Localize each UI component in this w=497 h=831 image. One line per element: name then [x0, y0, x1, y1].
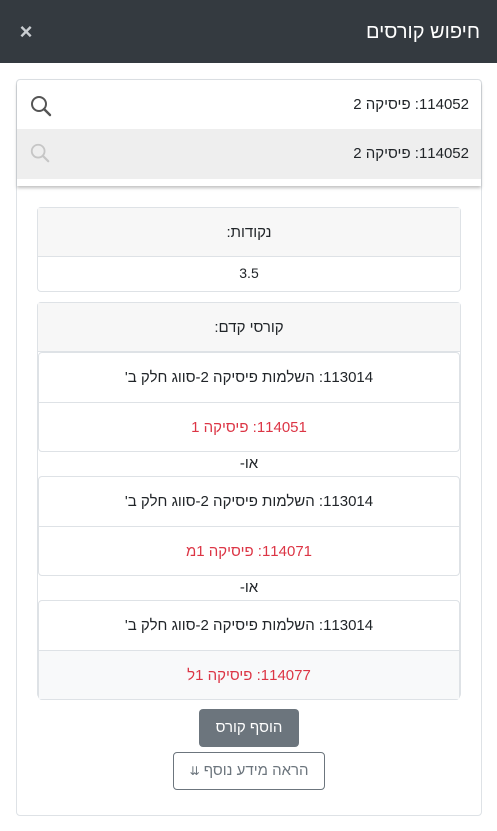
close-icon[interactable]: ×	[16, 19, 36, 45]
prerequisite-group: 113014: השלמות פיסיקה 2-סווג חלק ב' 1140…	[38, 600, 460, 700]
modal-header: חיפוש קורסים ×	[0, 0, 497, 63]
search-suggestion[interactable]: 114052: פיסיקה 2	[17, 129, 481, 179]
prerequisite-group: 113014: השלמות פיסיקה 2-סווג חלק ב' 1140…	[38, 352, 460, 452]
add-course-button[interactable]: הוסף קורס	[199, 709, 299, 747]
search-autocomplete: 114052: פיסיקה 2	[17, 80, 481, 186]
points-value: 3.5	[239, 265, 259, 281]
prerequisite-alternative: 114077: פיסיקה 1ל	[39, 650, 459, 699]
prerequisite-group: 113014: השלמות פיסיקה 2-סווג חלק ב' 1140…	[38, 476, 460, 576]
prerequisite-alternative: 114051: פיסיקה 1	[39, 402, 459, 451]
modal-title: חיפוש קורסים	[365, 21, 480, 43]
suggestion-label: 114052: פיסיקה 2	[353, 145, 469, 162]
search-icon	[30, 143, 50, 163]
prerequisite-alternative: 114071: פיסיקה 1מ	[39, 526, 459, 575]
prerequisites-header: קורסי קדם:	[38, 303, 460, 352]
double-arrow-down-icon: ⇊	[189, 764, 200, 778]
prerequisite-required: 113014: השלמות פיסיקה 2-סווג חלק ב'	[124, 369, 374, 386]
search-input[interactable]	[17, 80, 481, 129]
prerequisite-required: 113014: השלמות פיסיקה 2-סווג חלק ב'	[124, 617, 374, 634]
or-separator: או-	[239, 455, 259, 472]
points-card: נקודות: 3.5	[37, 207, 461, 292]
search-icon[interactable]	[29, 94, 53, 118]
or-separator: או-	[239, 579, 259, 596]
show-more-button[interactable]: הראה מידע נוסף ⇊	[173, 752, 325, 790]
prerequisite-required: 113014: השלמות פיסיקה 2-סווג חלק ב'	[124, 493, 374, 510]
points-header: נקודות:	[38, 208, 460, 257]
show-more-label: הראה מידע נוסף	[203, 762, 309, 779]
prerequisites-card: קורסי קדם: 113014: השלמות פיסיקה 2-סווג …	[37, 302, 461, 700]
